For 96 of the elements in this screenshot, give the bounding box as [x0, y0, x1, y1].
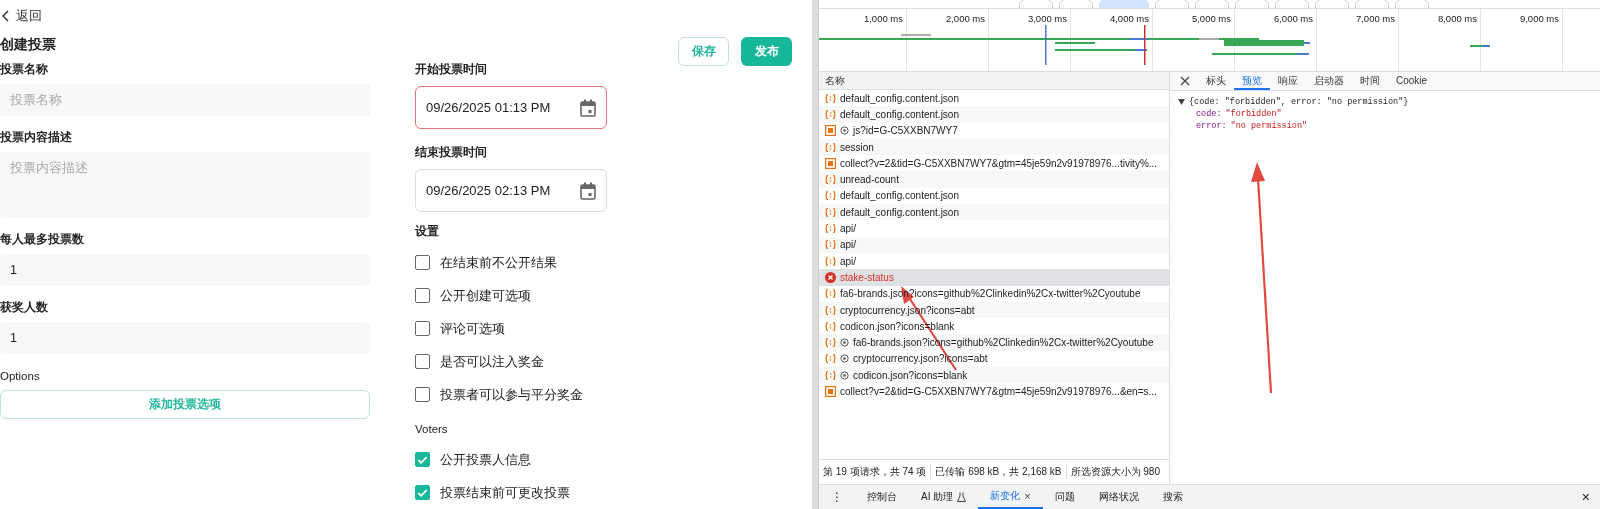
- property-key: error:: [1196, 121, 1227, 131]
- checkbox[interactable]: [415, 288, 430, 303]
- drawer-tab[interactable]: 网络状况: [1086, 485, 1151, 509]
- tab-close-icon[interactable]: ×: [1024, 490, 1031, 502]
- property-value: "forbidden": [1225, 109, 1282, 119]
- detail-tab[interactable]: 时间: [1352, 72, 1388, 90]
- json-file-icon: [825, 304, 836, 316]
- request-row[interactable]: collect?v=2&tid=G-C5XXBN7WY7&gtm=45je59n2v91978976...tivity%...: [819, 155, 1169, 172]
- error-icon: [825, 271, 836, 283]
- status-text: 所选资源大小为 980: [1069, 465, 1161, 479]
- drawer-tab[interactable]: 新变化 ×: [978, 485, 1043, 509]
- timeline-tick-label: 7,000 ms: [1317, 9, 1399, 71]
- request-row[interactable]: js?id=G-C5XXBN7WY7: [819, 122, 1169, 139]
- checkbox-label: 投票结束前可更改投票: [440, 483, 570, 502]
- request-row[interactable]: default_config.content.json: [819, 204, 1169, 221]
- request-row[interactable]: unread-count: [819, 171, 1169, 188]
- json-file-icon: [825, 337, 836, 349]
- json-file-icon: [825, 288, 836, 300]
- json-file-icon: [825, 141, 836, 153]
- checkbox[interactable]: [415, 321, 430, 336]
- detail-tab[interactable]: Cookie: [1388, 72, 1436, 90]
- checkbox[interactable]: [415, 354, 430, 369]
- json-file-icon: [825, 206, 836, 218]
- menu-icon[interactable]: ⋮: [819, 490, 855, 504]
- detail-tab[interactable]: 响应: [1270, 72, 1306, 90]
- json-file-icon: [825, 190, 836, 202]
- detail-tab[interactable]: 标头: [1198, 72, 1234, 90]
- status-text: 已传输 698 kB，共 2,168 kB: [931, 465, 1067, 479]
- detail-tab[interactable]: 预览: [1234, 72, 1270, 90]
- field-label: 投票内容描述: [0, 130, 73, 145]
- property-value: "no permission": [1230, 121, 1308, 131]
- input-field[interactable]: 1: [0, 322, 370, 354]
- field-label: 投票名称: [0, 62, 49, 77]
- page-title: 创建投票: [0, 36, 56, 54]
- scrollbar[interactable]: [812, 0, 818, 509]
- json-file-icon: [825, 255, 836, 267]
- section-label: Options: [0, 370, 41, 384]
- request-row[interactable]: collect?v=2&tid=G-C5XXBN7WY7&gtm=45je59n2v91978976...&en=s...: [819, 383, 1169, 400]
- expand-triangle-icon[interactable]: [1178, 99, 1185, 105]
- drawer-tab[interactable]: 控制台: [855, 485, 909, 509]
- json-file-icon: [825, 369, 836, 381]
- document-icon: [825, 386, 836, 397]
- flask-icon: [957, 492, 967, 502]
- request-row[interactable]: stake-status: [819, 269, 1169, 286]
- json-file-icon: [825, 108, 836, 120]
- close-icon[interactable]: [1180, 76, 1190, 86]
- field-label: 结束投票时间: [415, 145, 488, 160]
- drawer-tab[interactable]: 搜索: [1150, 485, 1195, 509]
- input-field[interactable]: 投票名称: [0, 84, 370, 116]
- checkbox-label: 在结束前不公开结果: [440, 253, 557, 272]
- drawer-tab[interactable]: 问题: [1042, 485, 1087, 509]
- back-chevron-icon: [2, 10, 10, 22]
- section-label: Voters: [415, 423, 449, 437]
- document-icon: [825, 157, 836, 169]
- document-icon: [825, 125, 836, 137]
- request-row[interactable]: codicon.json?icons=blank: [819, 367, 1169, 384]
- calendar-icon[interactable]: [580, 181, 596, 200]
- field-label: 每人最多投票数: [0, 232, 85, 247]
- request-row[interactable]: api/: [819, 252, 1169, 270]
- date-field[interactable]: 09/26/2025 02:13 PM: [415, 169, 607, 212]
- request-row[interactable]: api/: [819, 236, 1169, 253]
- json-file-icon: [825, 92, 836, 104]
- preview-summary: {code: "forbidden", error: "no permission"}: [1189, 97, 1409, 107]
- field-label: 开始投票时间: [415, 62, 488, 77]
- checkbox-label: 投票者可以参与平分奖金: [440, 385, 583, 404]
- close-icon[interactable]: ×: [1571, 489, 1600, 505]
- request-row[interactable]: default_config.content.json: [819, 106, 1169, 123]
- column-header[interactable]: 名称: [819, 72, 1169, 90]
- checkbox[interactable]: [415, 255, 430, 270]
- calendar-icon[interactable]: [580, 98, 596, 117]
- field-label: 获奖人数: [0, 300, 49, 315]
- date-field[interactable]: 09/26/2025 01:13 PM: [415, 86, 607, 129]
- checkbox-label: 是否可以注入奖金: [440, 352, 544, 371]
- back-link[interactable]: 返回: [2, 7, 42, 25]
- json-file-icon: [825, 223, 836, 234]
- drawer-tab[interactable]: AI 助理: [909, 485, 979, 509]
- input-field[interactable]: 1: [0, 254, 370, 286]
- request-row[interactable]: default_config.content.json: [819, 90, 1169, 107]
- json-file-icon: [825, 353, 836, 365]
- checkbox-label: 评论可选项: [440, 319, 505, 338]
- status-text: 第 19 项请求，共 74 项: [819, 465, 932, 479]
- request-row[interactable]: api/: [819, 220, 1169, 237]
- checkbox-label: 公开投票人信息: [440, 450, 531, 469]
- request-row[interactable]: session: [819, 138, 1169, 156]
- json-file-icon: [825, 239, 836, 251]
- detail-tab[interactable]: 启动器: [1306, 72, 1352, 90]
- request-row[interactable]: default_config.content.json: [819, 187, 1169, 205]
- checkbox[interactable]: [415, 452, 430, 467]
- json-file-icon: [825, 174, 836, 186]
- description-field[interactable]: 投票内容描述: [0, 152, 370, 218]
- checkbox-label: 公开创建可选项: [440, 286, 531, 305]
- property-key: code:: [1196, 109, 1222, 119]
- section-label: 设置: [415, 224, 440, 239]
- checkbox[interactable]: [415, 387, 430, 402]
- checkbox[interactable]: [415, 485, 430, 500]
- json-file-icon: [825, 320, 836, 332]
